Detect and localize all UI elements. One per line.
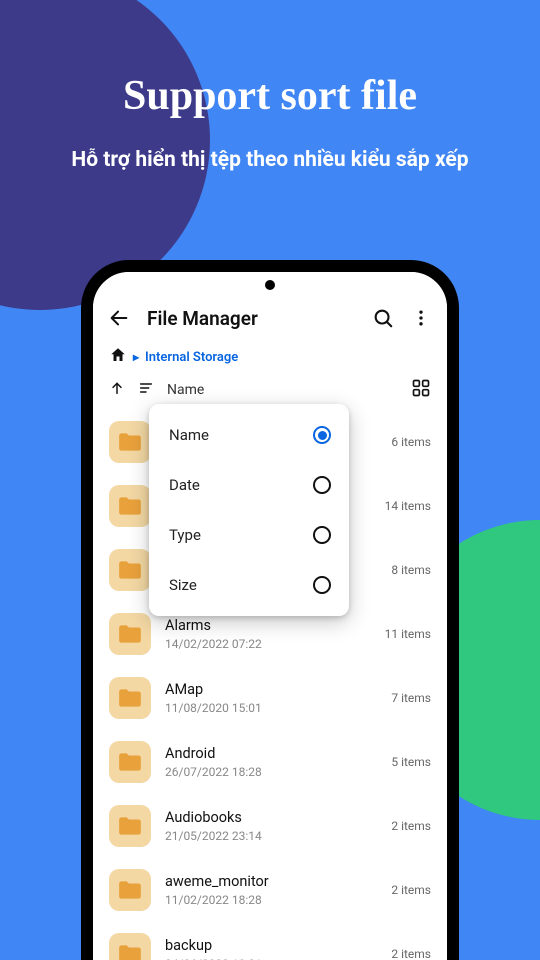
folder-icon bbox=[109, 933, 151, 960]
folder-icon bbox=[109, 805, 151, 847]
file-count: 6 items bbox=[391, 435, 431, 449]
sort-popup: Name Date Type Size bbox=[149, 404, 349, 616]
file-count: 2 items bbox=[391, 819, 431, 833]
camera-dot bbox=[265, 280, 275, 290]
radio-icon bbox=[313, 476, 331, 494]
file-name: backup bbox=[165, 937, 383, 954]
promo-subtitle: Hỗ trợ hiển thị tệp theo nhiều kiểu sắp … bbox=[0, 148, 540, 172]
file-count: 2 items bbox=[391, 883, 431, 897]
app-bar: File Manager bbox=[93, 292, 447, 344]
folder-icon bbox=[109, 869, 151, 911]
sort-option[interactable]: Size bbox=[149, 560, 349, 610]
overflow-icon[interactable] bbox=[407, 304, 435, 332]
phone-frame: File Manager ▸ Internal Storage bbox=[81, 260, 459, 960]
file-name: Android bbox=[165, 745, 383, 762]
folder-icon bbox=[109, 421, 151, 463]
file-count: 8 items bbox=[391, 563, 431, 577]
sort-option[interactable]: Type bbox=[149, 510, 349, 560]
radio-icon bbox=[313, 526, 331, 544]
file-count: 7 items bbox=[391, 691, 431, 705]
folder-icon bbox=[109, 741, 151, 783]
sort-current-label[interactable]: Name bbox=[167, 382, 204, 398]
file-name: Alarms bbox=[165, 617, 377, 634]
radio-icon bbox=[313, 426, 331, 444]
file-date: 11/02/2022 18:28 bbox=[165, 893, 383, 907]
file-date: 26/07/2022 18:28 bbox=[165, 765, 383, 779]
file-name: aweme_monitor bbox=[165, 873, 383, 890]
view-toggle-icon[interactable] bbox=[411, 378, 431, 402]
radio-icon bbox=[313, 576, 331, 594]
sort-option-label: Type bbox=[169, 526, 201, 544]
app-title: File Manager bbox=[147, 307, 369, 330]
file-count: 11 items bbox=[385, 627, 431, 641]
file-date: 21/05/2022 23:14 bbox=[165, 829, 383, 843]
list-item[interactable]: Audiobooks 21/05/2022 23:14 2 items bbox=[101, 794, 439, 858]
home-icon[interactable] bbox=[109, 346, 127, 368]
list-item[interactable]: Android 26/07/2022 18:28 5 items bbox=[101, 730, 439, 794]
file-name: AMap bbox=[165, 681, 383, 698]
file-count: 2 items bbox=[391, 947, 431, 960]
back-icon[interactable] bbox=[105, 304, 133, 332]
file-date: 14/02/2022 07:22 bbox=[165, 637, 377, 651]
list-item[interactable]: AMap 11/08/2020 15:01 7 items bbox=[101, 666, 439, 730]
chevron-right-icon: ▸ bbox=[133, 350, 139, 364]
folder-icon bbox=[109, 485, 151, 527]
list-item[interactable]: backup24/06/2022 19:012 items bbox=[101, 922, 439, 960]
breadcrumb[interactable]: ▸ Internal Storage bbox=[93, 344, 447, 374]
sort-direction-icon[interactable] bbox=[109, 380, 125, 400]
file-date: 11/08/2020 15:01 bbox=[165, 701, 383, 715]
file-count: 14 items bbox=[385, 499, 431, 513]
sort-option-label: Name bbox=[169, 426, 209, 444]
sort-option[interactable]: Name bbox=[149, 410, 349, 460]
file-name: Audiobooks bbox=[165, 809, 383, 826]
sort-option[interactable]: Date bbox=[149, 460, 349, 510]
sort-option-label: Date bbox=[169, 476, 200, 494]
breadcrumb-label[interactable]: Internal Storage bbox=[145, 350, 238, 365]
folder-icon bbox=[109, 549, 151, 591]
file-count: 5 items bbox=[391, 755, 431, 769]
folder-icon bbox=[109, 613, 151, 655]
promo-title: Support sort file bbox=[0, 72, 540, 120]
search-icon[interactable] bbox=[369, 304, 397, 332]
folder-icon bbox=[109, 677, 151, 719]
sort-field-icon[interactable] bbox=[137, 380, 155, 400]
sort-option-label: Size bbox=[169, 576, 197, 594]
list-item[interactable]: aweme_monitor 11/02/2022 18:28 2 items bbox=[101, 858, 439, 922]
